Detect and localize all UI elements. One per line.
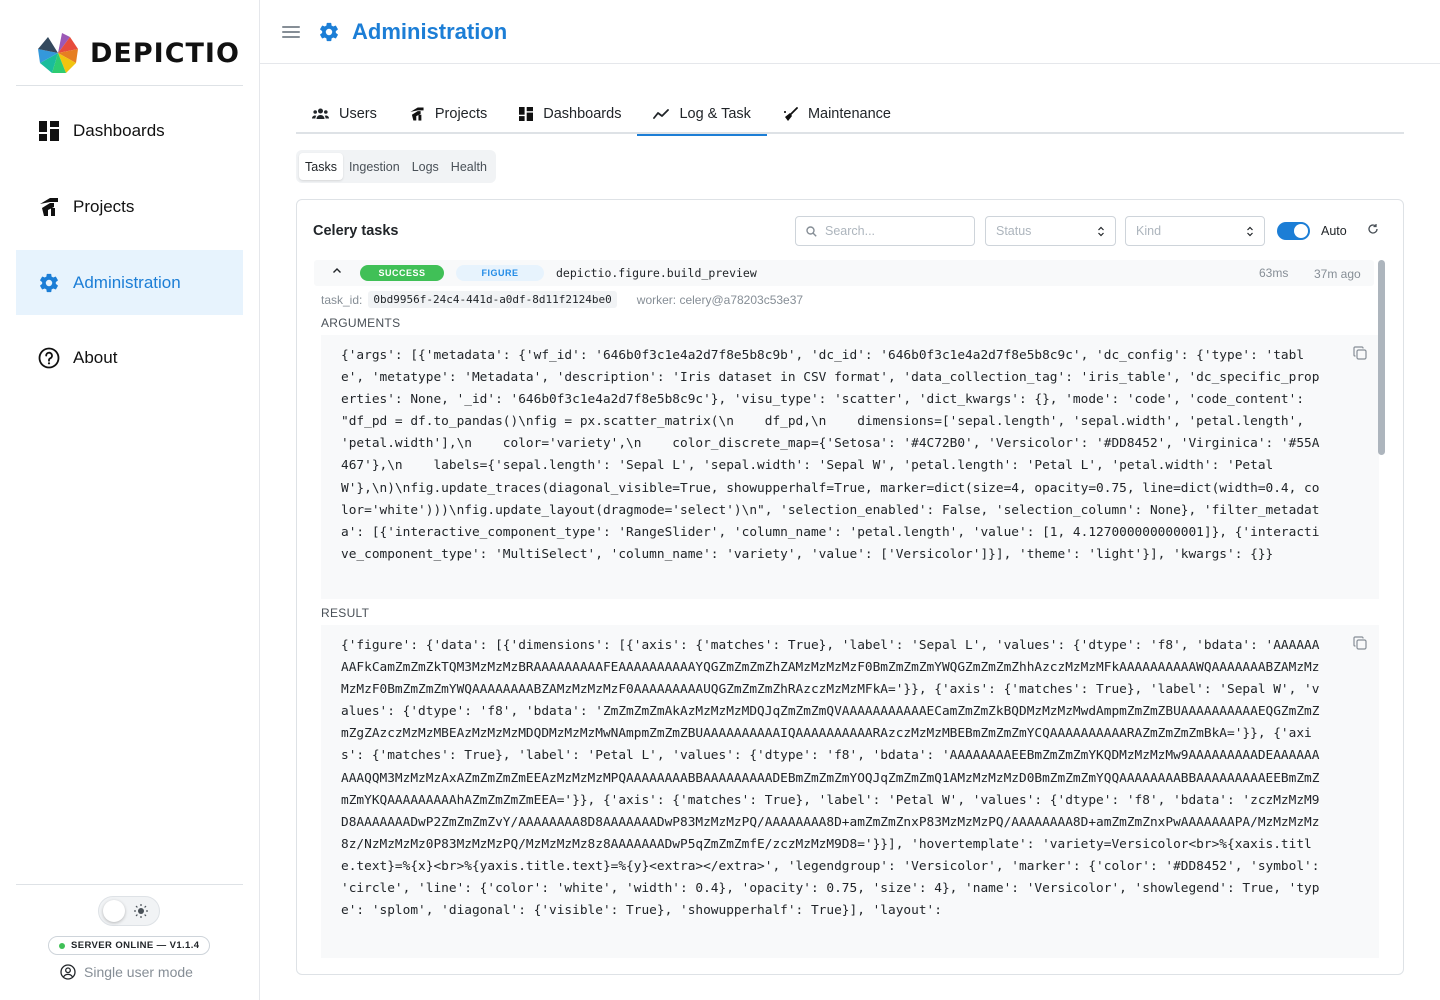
page-header: Administration (260, 0, 1440, 64)
tab-dashboards[interactable]: Dashboards (503, 94, 637, 134)
kind-select-placeholder: Kind (1136, 224, 1162, 238)
projects-icon (38, 196, 60, 218)
broom-icon (783, 106, 798, 122)
task-duration: 63ms (1259, 266, 1289, 280)
subtabs-segmented-control: Tasks Ingestion Logs Health (296, 150, 496, 183)
subtab-health[interactable]: Health (445, 153, 493, 180)
status-badge: SUCCESS (360, 265, 444, 281)
sidebar-item-about[interactable]: About (16, 325, 243, 390)
search-box (795, 216, 975, 246)
card-title: Celery tasks (313, 223, 399, 239)
task-name: depictio.figure.build_preview (556, 266, 757, 280)
admin-tabs: Users Projects Dashboards Log & Task Mai… (296, 94, 1404, 136)
task-worker: worker: celery@a78203c53e37 (636, 292, 804, 307)
task-row[interactable]: SUCCESS FIGURE depictio.figure.build_pre… (314, 260, 1374, 286)
server-status-badge: SERVER ONLINE — V1.1.4 (48, 936, 211, 955)
status-select-placeholder: Status (996, 224, 1032, 238)
sidebar-item-label: Projects (73, 196, 135, 216)
sidebar-item-label: About (73, 347, 118, 367)
chevron-up-icon[interactable] (332, 266, 342, 276)
dashboard-icon (38, 120, 60, 142)
menu-burger-icon[interactable] (282, 23, 300, 41)
sidebar-item-administration[interactable]: Administration (16, 250, 243, 315)
app-logo[interactable]: DEPICTIO (36, 30, 240, 76)
scrollbar-thumb[interactable] (1378, 260, 1385, 455)
subtab-ingestion[interactable]: Ingestion (343, 153, 406, 180)
tab-label: Dashboards (543, 106, 622, 122)
users-icon (312, 107, 329, 121)
gear-icon (318, 21, 340, 43)
task-meta: task_id: 0bd9956f-24c4-441d-a0df-8d11f21… (321, 291, 803, 308)
task-id-label: task_id: (321, 292, 363, 307)
switch-knob (1294, 224, 1308, 238)
arguments-code-block: {'args': [{'metadata': {'wf_id': '646b0f… (321, 335, 1379, 599)
result-code-block: {'figure': {'data': [{'dimensions': [{'a… (321, 625, 1379, 958)
auto-refresh-switch[interactable] (1277, 222, 1310, 240)
tab-users[interactable]: Users (296, 94, 393, 134)
page-title: Administration (352, 18, 508, 44)
auto-refresh-label: Auto (1321, 224, 1347, 238)
sidebar-item-label: Dashboards (73, 120, 165, 140)
single-user-mode-text: Single user mode (84, 964, 193, 980)
chart-line-icon (653, 108, 670, 120)
help-circle-icon (38, 347, 60, 369)
task-id-value: 0bd9956f-24c4-441d-a0df-8d11f2124be0 (368, 291, 617, 308)
dashboard-icon (519, 107, 534, 121)
theme-toggle[interactable] (98, 896, 160, 926)
sidebar-item-projects[interactable]: Projects (16, 174, 243, 239)
sidebar-item-label: Administration (73, 272, 181, 292)
tab-label: Log & Task (679, 106, 751, 122)
tab-label: Maintenance (807, 106, 891, 122)
chevron-updown-icon (1246, 226, 1254, 237)
single-user-mode: Single user mode (60, 964, 193, 980)
search-input[interactable] (825, 224, 955, 238)
subtab-logs[interactable]: Logs (406, 153, 445, 180)
sidebar-divider (16, 85, 243, 86)
copy-arguments-icon[interactable] (1353, 346, 1367, 360)
kind-select[interactable]: Kind (1125, 216, 1265, 246)
theme-toggle-knob (103, 900, 125, 922)
sidebar-item-dashboards[interactable]: Dashboards (16, 98, 243, 163)
tab-label: Users (339, 106, 377, 122)
depictio-logo-icon (38, 33, 78, 73)
chevron-updown-icon (1097, 226, 1105, 237)
celery-tasks-card: Celery tasks Status Kind Auto SUCCESS FI… (296, 199, 1404, 975)
projects-icon (409, 106, 425, 122)
task-age: 37m ago (1314, 267, 1361, 281)
sidebar-footer-divider (16, 884, 243, 885)
tab-log-task[interactable]: Log & Task (637, 94, 767, 136)
sidebar: DEPICTIO Dashboards Projects Administrat… (0, 0, 260, 1000)
gear-icon (38, 272, 60, 294)
app-name: DEPICTIO (90, 37, 240, 69)
arguments-label: ARGUMENTS (321, 316, 401, 330)
task-list-scrollbar[interactable] (1378, 260, 1386, 960)
server-status-text: SERVER ONLINE — V1.1.4 (71, 940, 200, 951)
tab-projects[interactable]: Projects (393, 94, 503, 134)
tab-maintenance[interactable]: Maintenance (767, 94, 907, 134)
copy-result-icon[interactable] (1353, 636, 1367, 650)
search-icon (806, 225, 817, 237)
subtab-tasks[interactable]: Tasks (299, 153, 343, 180)
sun-icon (134, 904, 148, 918)
status-select[interactable]: Status (985, 216, 1116, 246)
kind-badge: FIGURE (456, 265, 544, 281)
refresh-icon[interactable] (1367, 223, 1379, 235)
user-circle-icon (60, 964, 76, 980)
result-label: RESULT (321, 606, 370, 620)
status-dot-icon (59, 942, 65, 949)
tab-label: Projects (434, 106, 488, 122)
